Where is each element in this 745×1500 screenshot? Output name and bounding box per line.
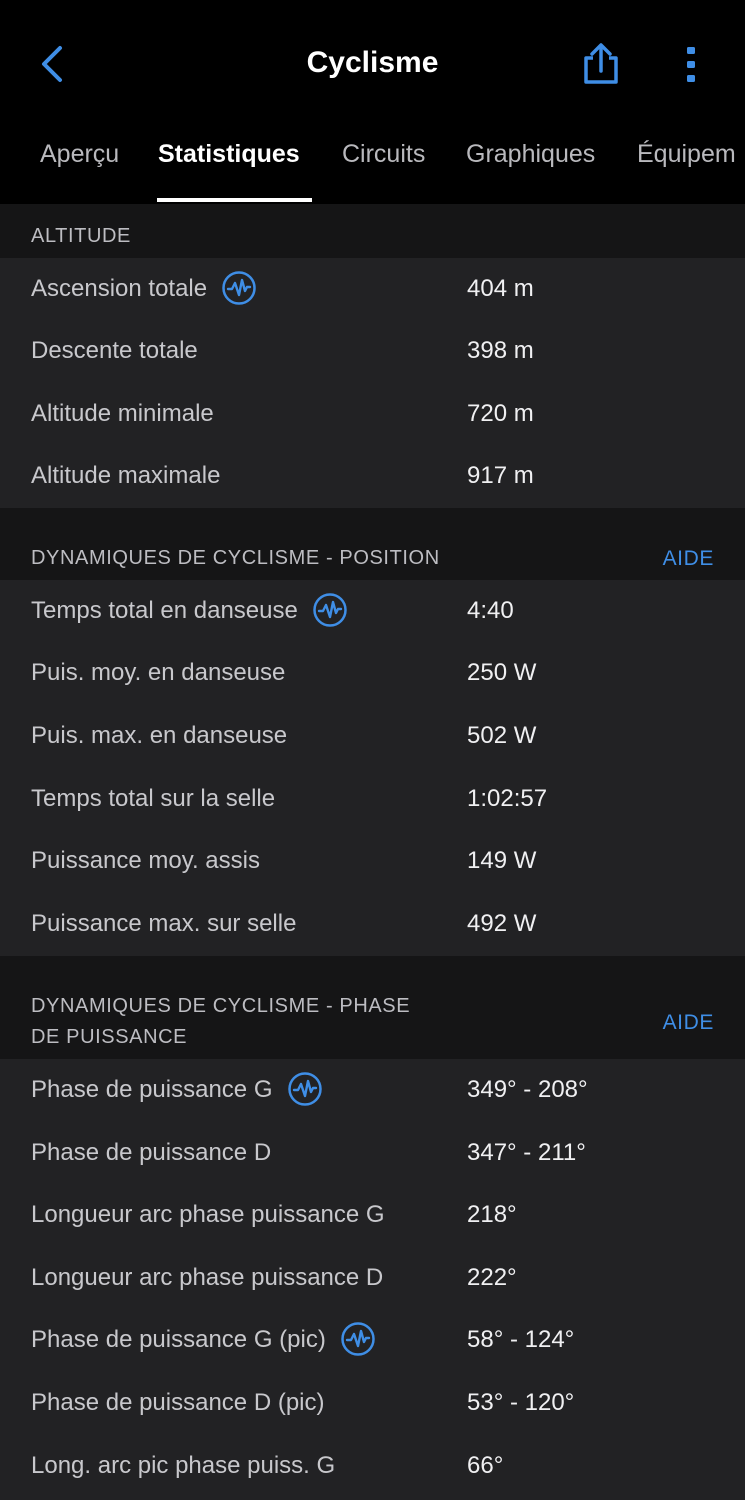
active-tab-indicator bbox=[157, 198, 312, 202]
help-link[interactable]: AIDE bbox=[663, 1011, 714, 1035]
stat-value: 917 m bbox=[467, 462, 534, 489]
stat-value: 720 m bbox=[467, 400, 534, 427]
section-power-phase: Phase de puissance G 349° - 208° Phase d… bbox=[0, 1059, 745, 1500]
top-bar: Cyclisme bbox=[0, 0, 745, 128]
stat-row: Phase de puissance D (pic) 53° - 120° bbox=[0, 1372, 745, 1434]
stat-row: Puissance moy. assis 149 W bbox=[0, 830, 745, 892]
tab-bar: Aperçu Statistiques Circuits Graphiques … bbox=[0, 128, 745, 204]
chart-icon[interactable] bbox=[312, 592, 348, 628]
chart-icon[interactable] bbox=[287, 1071, 323, 1107]
tab-graphiques[interactable]: Graphiques bbox=[466, 140, 595, 169]
stat-label: Altitude minimale bbox=[31, 400, 214, 427]
stat-row: Puissance max. sur selle 492 W bbox=[0, 893, 745, 955]
stat-row: Longueur arc phase puissance D 222° bbox=[0, 1247, 745, 1309]
section-header-position: DYNAMIQUES DE CYCLISME - POSITION AIDE bbox=[0, 508, 745, 580]
stat-row: Phase de puissance G 349° - 208° bbox=[0, 1059, 745, 1121]
stat-label: Ascension totale bbox=[31, 258, 257, 320]
tab-statistiques[interactable]: Statistiques bbox=[158, 140, 300, 169]
stat-row: Puis. moy. en danseuse 250 W bbox=[0, 642, 745, 704]
stat-row: Temps total sur la selle 1:02:57 bbox=[0, 768, 745, 830]
stat-row: Long. arc pic phase puiss. G 66° bbox=[0, 1435, 745, 1497]
stat-value: 250 W bbox=[467, 659, 537, 686]
stat-row: Phase de puissance D 347° - 211° bbox=[0, 1122, 745, 1184]
stat-row: Temps total en danseuse 4:40 bbox=[0, 580, 745, 642]
section-title: ALTITUDE bbox=[31, 225, 131, 247]
stat-label: Phase de puissance G (pic) bbox=[31, 1309, 376, 1371]
stat-label: Puissance max. sur selle bbox=[31, 910, 297, 937]
stat-value: 66° bbox=[467, 1452, 504, 1479]
chart-icon[interactable] bbox=[221, 270, 257, 306]
stat-value: 222° bbox=[467, 1264, 517, 1291]
section-title-line-1: DYNAMIQUES DE CYCLISME - PHASE bbox=[31, 995, 411, 1017]
stat-value: 58° - 124° bbox=[467, 1326, 575, 1353]
share-icon[interactable] bbox=[580, 42, 622, 86]
stat-value: 502 W bbox=[467, 722, 537, 749]
tab-equipement[interactable]: Équipem bbox=[637, 140, 736, 169]
stat-label: Puissance moy. assis bbox=[31, 847, 260, 874]
stat-row: Phase de puissance G (pic) 58° - 124° bbox=[0, 1309, 745, 1371]
stat-value: 53° - 120° bbox=[467, 1389, 575, 1416]
stat-value: 149 W bbox=[467, 847, 537, 874]
stat-label: Longueur arc phase puissance G bbox=[31, 1201, 385, 1228]
page-title: Cyclisme bbox=[306, 46, 439, 79]
stat-label: Altitude maximale bbox=[31, 462, 221, 489]
section-header-power-phase: DYNAMIQUES DE CYCLISME - PHASE DE PUISSA… bbox=[0, 956, 745, 1059]
stat-label: Longueur arc phase puissance D bbox=[31, 1264, 384, 1291]
section-altitude: Ascension totale 404 m Descente totale 3… bbox=[0, 258, 745, 508]
section-position: Temps total en danseuse 4:40 Puis. moy. … bbox=[0, 580, 745, 956]
stat-row: Ascension totale 404 m bbox=[0, 258, 745, 320]
section-title: DYNAMIQUES DE CYCLISME - POSITION bbox=[31, 547, 440, 569]
stat-label: Descente totale bbox=[31, 337, 198, 364]
stat-row: Puis. max. en danseuse 502 W bbox=[0, 705, 745, 767]
stat-value: 404 m bbox=[467, 275, 534, 302]
stat-label: Phase de puissance G bbox=[31, 1059, 323, 1121]
section-header-altitude: ALTITUDE bbox=[0, 204, 745, 258]
stat-row: Longueur arc phase puissance G 218° bbox=[0, 1184, 745, 1246]
stat-label: Temps total en danseuse bbox=[31, 580, 348, 642]
stat-value: 349° - 208° bbox=[467, 1076, 588, 1103]
stat-value: 398 m bbox=[467, 337, 534, 364]
stat-row: Descente totale 398 m bbox=[0, 320, 745, 382]
stat-label: Puis. max. en danseuse bbox=[31, 722, 288, 749]
chart-icon[interactable] bbox=[340, 1321, 376, 1357]
stat-label: Temps total sur la selle bbox=[31, 785, 276, 812]
more-vertical-icon[interactable] bbox=[676, 44, 706, 84]
stat-label: Phase de puissance D bbox=[31, 1139, 272, 1166]
tab-circuits[interactable]: Circuits bbox=[342, 140, 425, 169]
section-title-line-2: DE PUISSANCE bbox=[31, 1026, 188, 1048]
stat-label: Puis. moy. en danseuse bbox=[31, 659, 286, 686]
stat-row: Altitude maximale 917 m bbox=[0, 445, 745, 507]
stat-label: Phase de puissance D (pic) bbox=[31, 1389, 325, 1416]
stat-label: Long. arc pic phase puiss. G bbox=[31, 1452, 336, 1479]
tab-apercu[interactable]: Aperçu bbox=[40, 140, 119, 169]
stat-value: 492 W bbox=[467, 910, 537, 937]
stat-row: Altitude minimale 720 m bbox=[0, 383, 745, 445]
stat-value: 218° bbox=[467, 1201, 517, 1228]
stat-value: 347° - 211° bbox=[467, 1139, 586, 1166]
stat-value: 1:02:57 bbox=[467, 785, 548, 812]
help-link[interactable]: AIDE bbox=[663, 547, 714, 571]
stat-value: 4:40 bbox=[467, 597, 514, 624]
